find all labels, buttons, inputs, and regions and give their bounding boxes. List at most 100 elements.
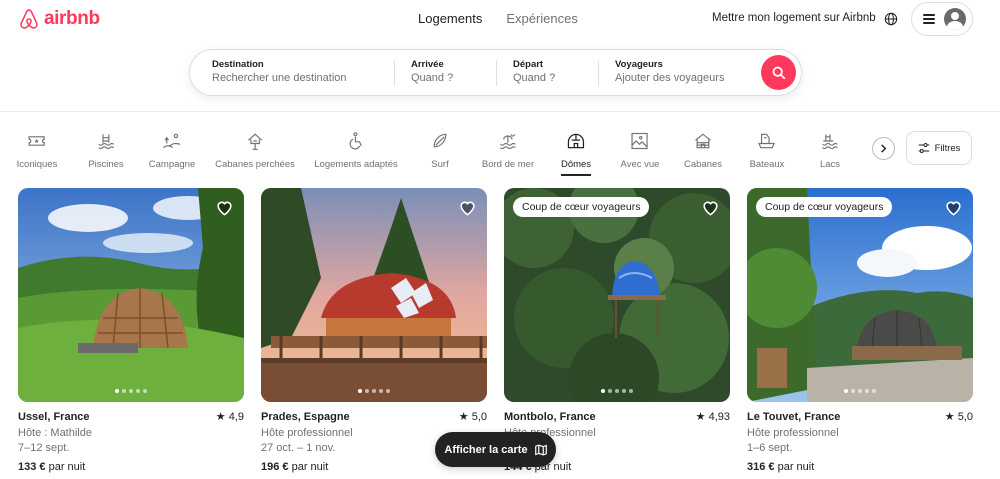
listing-info: Le Touvet, France ★ 5,0 Hôte professionn… — [747, 410, 973, 475]
search-bar: Destination Rechercher une destination A… — [189, 49, 802, 96]
listing-dates: 1–6 sept. — [747, 442, 793, 454]
show-map-button[interactable]: Afficher la carte — [435, 432, 556, 467]
category-bord-de-mer[interactable]: Bord de mer — [482, 131, 534, 170]
category-label: Lacs — [819, 159, 841, 170]
listing-card[interactable]: Ussel, France ★ 4,9 Hôte : Mathilde 7–12… — [18, 188, 244, 475]
categories-next-button[interactable] — [872, 137, 895, 160]
heart-icon[interactable] — [215, 198, 234, 217]
category-label: Cabanes — [683, 159, 723, 170]
rating-value: 4,93 — [708, 411, 730, 423]
category-label: Avec vue — [620, 159, 660, 170]
lake-icon — [822, 134, 838, 150]
heart-icon[interactable] — [944, 198, 963, 217]
carousel-dots — [504, 389, 730, 393]
price-value: 196 € — [261, 460, 289, 473]
category-piscines[interactable]: Piscines — [88, 131, 124, 170]
carousel-dots — [261, 389, 487, 393]
listing-location: Le Touvet, France — [747, 411, 841, 423]
category-surf[interactable]: Surf — [430, 131, 450, 170]
category-domes[interactable]: Dômes — [561, 131, 591, 170]
category-bateaux[interactable]: Bateaux — [750, 131, 784, 170]
listing-host: Hôte professionnel — [747, 426, 839, 439]
listing-image — [747, 188, 973, 402]
listing-card[interactable]: Coup de cœur voyageurs Le Touvet, France… — [747, 188, 973, 475]
carousel-dots — [18, 389, 244, 393]
arrival-field[interactable]: Arrivée Quand ? — [411, 59, 453, 84]
listing-location: Ussel, France — [18, 411, 90, 423]
category-logements-adaptes[interactable]: Logements adaptés — [314, 131, 398, 170]
category-label: Campagne — [148, 159, 196, 170]
category-label: Cabanes perchées — [215, 159, 295, 170]
category-label: Iconiques — [16, 159, 58, 170]
filters-button[interactable]: Filtres — [906, 131, 972, 165]
filters-label: Filtres — [934, 142, 961, 154]
category-campagne[interactable]: Campagne — [149, 131, 195, 170]
listing-rating: ★ 4,9 — [215, 411, 244, 423]
listing-photo[interactable] — [261, 188, 487, 402]
travelers-field[interactable]: Voyageurs Ajouter des voyageurs — [615, 59, 724, 84]
map-icon — [534, 443, 547, 456]
rating-value: 4,9 — [228, 411, 244, 423]
listing-photo[interactable] — [18, 188, 244, 402]
category-label: Bord de mer — [481, 159, 535, 170]
airbnb-logo-icon — [20, 9, 38, 29]
airbnb-logo[interactable]: airbnb — [18, 6, 100, 32]
arrival-placeholder: Quand ? — [411, 72, 454, 84]
travelers-label: Voyageurs — [615, 59, 663, 70]
category-label: Surf — [431, 159, 449, 170]
user-avatar-icon — [944, 8, 966, 30]
tab-logements[interactable]: Logements — [418, 11, 482, 26]
rating-value: 5,0 — [957, 411, 973, 423]
listing-price: 316 € par nuit — [747, 460, 973, 476]
countryside-icon — [163, 133, 181, 149]
guest-favorite-badge: Coup de cœur voyageurs — [756, 197, 893, 217]
brand-name: airbnb — [44, 8, 100, 29]
price-value: 133 € — [18, 460, 46, 473]
host-link[interactable]: Mettre mon logement sur Airbnb — [712, 12, 876, 24]
category-label: Piscines — [88, 159, 124, 170]
user-menu-button[interactable] — [911, 2, 973, 36]
category-avec-vue[interactable]: Avec vue — [620, 131, 660, 170]
listing-rating: ★ 5,0 — [944, 411, 973, 423]
listing-image — [261, 188, 487, 402]
divider — [394, 61, 395, 86]
listing-rating: ★ 5,0 — [458, 411, 487, 423]
category-label: Logements adaptés — [314, 159, 398, 170]
category-label: Dômes — [560, 159, 592, 170]
price-value: 316 € — [747, 460, 775, 473]
heart-icon[interactable] — [701, 198, 720, 217]
dome-icon — [567, 133, 585, 149]
sliders-icon — [918, 143, 929, 153]
boat-icon — [758, 133, 776, 149]
category-iconiques[interactable]: Iconiques — [16, 131, 58, 170]
beachfront-icon — [500, 134, 516, 150]
ticket-icon — [28, 136, 46, 146]
divider — [496, 61, 497, 86]
listing-price: 133 € par nuit — [18, 460, 244, 476]
listing-rating: ★ 4,93 — [695, 411, 730, 423]
guest-favorite-badge: Coup de cœur voyageurs — [513, 197, 650, 217]
category-bar: Iconiques Piscines Campagne Cabanes perc… — [0, 128, 1000, 178]
search-button[interactable] — [761, 55, 796, 90]
hamburger-icon — [923, 14, 935, 24]
listing-photo[interactable]: Coup de cœur voyageurs — [747, 188, 973, 402]
category-cabanes-perchees[interactable]: Cabanes perchées — [215, 131, 295, 170]
globe-icon[interactable] — [884, 12, 898, 26]
listing-image — [504, 188, 730, 402]
category-lacs[interactable]: Lacs — [820, 131, 840, 170]
search-icon — [772, 66, 785, 79]
listing-photo[interactable]: Coup de cœur voyageurs — [504, 188, 730, 402]
accessible-icon — [349, 132, 362, 150]
destination-field[interactable]: Destination Rechercher une destination — [212, 59, 347, 84]
price-suffix: par nuit — [48, 460, 86, 473]
tab-experiences[interactable]: Expériences — [506, 11, 578, 26]
heart-icon[interactable] — [458, 198, 477, 217]
carousel-dots — [747, 389, 973, 393]
listing-location: Prades, Espagne — [261, 411, 350, 423]
category-cabanes[interactable]: Cabanes — [684, 131, 722, 170]
listing-host: Hôte : Mathilde — [18, 426, 92, 439]
top-header: airbnb Logements Expériences Mettre mon … — [0, 0, 1000, 112]
cabin-icon — [695, 133, 711, 149]
departure-field[interactable]: Départ Quand ? — [513, 59, 555, 84]
travelers-placeholder: Ajouter des voyageurs — [615, 72, 725, 84]
